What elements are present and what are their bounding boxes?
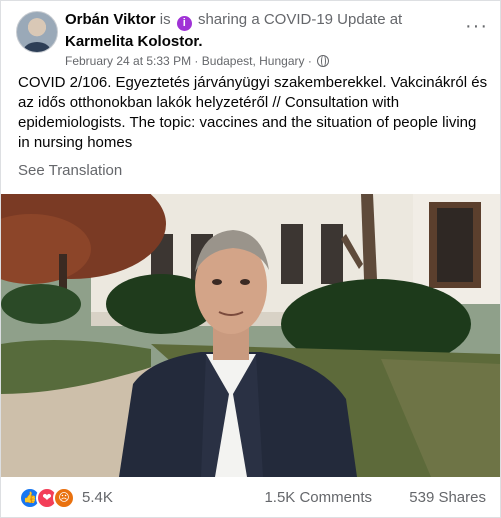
angry-icon: ☹	[53, 487, 75, 509]
comments-count-link[interactable]: 1.5K Comments	[264, 489, 372, 506]
post-text: COVID 2/106. Egyeztetés járványügyi szak…	[18, 74, 488, 151]
post-footer: 👍 ❤ ☹ 5.4K 1.5K Comments 539 Shares	[1, 479, 500, 517]
post-card: Orbán Viktor is i sharing a COVID-19 Upd…	[0, 0, 501, 518]
globe-icon	[317, 55, 330, 67]
post-video-thumbnail[interactable]	[1, 194, 500, 477]
is-text: is	[159, 11, 171, 28]
location-suffix: .	[198, 33, 203, 50]
location-line: Karmelita Kolostor.	[65, 33, 203, 50]
more-options-icon[interactable]: ···	[465, 15, 488, 38]
meta-separator-2: ·	[307, 54, 312, 68]
shares-count-link[interactable]: 539 Shares	[409, 489, 486, 506]
post-place[interactable]: Budapest, Hungary	[202, 54, 305, 68]
see-translation-link[interactable]: See Translation	[18, 162, 122, 179]
info-icon[interactable]: i	[176, 16, 192, 31]
reaction-count[interactable]: 5.4K	[82, 489, 113, 506]
author-line: Orbán Viktor is i sharing a COVID-19 Upd…	[65, 11, 402, 31]
post-meta: February 24 at 5:33 PM · Budapest, Hunga…	[65, 54, 330, 68]
activity-text: sharing a COVID-19 Update at	[197, 11, 403, 28]
location-link[interactable]: Karmelita Kolostor	[65, 33, 198, 50]
post-header: Orbán Viktor is i sharing a COVID-19 Upd…	[13, 7, 488, 68]
meta-separator: ·	[194, 54, 199, 68]
author-name[interactable]: Orbán Viktor	[65, 11, 156, 28]
post-timestamp[interactable]: February 24 at 5:33 PM	[65, 54, 191, 68]
author-avatar[interactable]	[16, 11, 58, 53]
video-scene-image	[1, 194, 500, 477]
